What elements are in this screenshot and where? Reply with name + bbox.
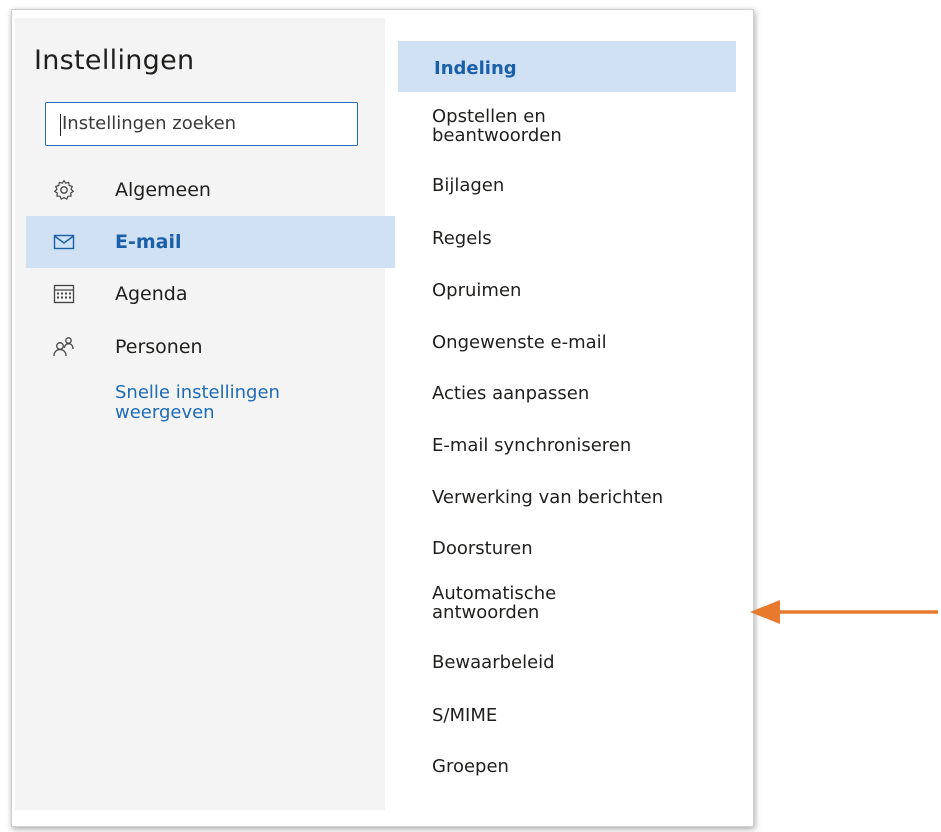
section-item-acties[interactable]: Acties aanpassen	[432, 384, 589, 403]
people-icon	[53, 337, 74, 357]
nav-item-label: Algemeen	[115, 179, 211, 201]
section-item-smime[interactable]: S/MIME	[432, 706, 497, 725]
section-item-opruimen[interactable]: Opruimen	[432, 281, 521, 300]
section-item-label: Indeling	[434, 58, 517, 79]
section-item-automatische[interactable]: Automatische antwoorden	[432, 584, 582, 622]
gear-icon	[54, 179, 74, 200]
section-item-bijlagen[interactable]: Bijlagen	[432, 176, 504, 195]
section-item-regels[interactable]: Regels	[432, 229, 492, 248]
calendar-icon	[53, 284, 75, 304]
section-item-verwerking[interactable]: Verwerking van berichten	[432, 488, 663, 507]
nav-item-personen[interactable]: Personen	[26, 321, 395, 373]
nav-item-label: Personen	[115, 336, 203, 358]
page-title: Instellingen	[34, 45, 195, 76]
quick-settings-link[interactable]: Snelle instellingen weergeven	[115, 383, 345, 423]
nav-item-label: Agenda	[115, 283, 188, 305]
arrow-left-icon	[750, 600, 938, 624]
section-item-bewaarbeleid[interactable]: Bewaarbeleid	[432, 653, 555, 672]
search-input[interactable]: Instellingen zoeken	[45, 102, 358, 146]
section-item-opstellen[interactable]: Opstellen en beantwoorden	[432, 107, 582, 145]
section-item-groepen[interactable]: Groepen	[432, 757, 509, 776]
mail-icon	[53, 234, 75, 250]
search-input-text: Instellingen zoeken	[62, 113, 237, 134]
section-item-synchroniseren[interactable]: E-mail synchroniseren	[432, 436, 631, 455]
nav-item-agenda[interactable]: Agenda	[26, 268, 395, 320]
nav-item-algemeen[interactable]: Algemeen	[26, 164, 395, 216]
section-item-ongewenste[interactable]: Ongewenste e-mail	[432, 333, 607, 352]
section-item-doorsturen[interactable]: Doorsturen	[432, 539, 533, 558]
text-cursor	[60, 114, 61, 136]
nav-item-email[interactable]: E-mail	[26, 216, 395, 268]
nav-item-label: E-mail	[115, 231, 182, 253]
